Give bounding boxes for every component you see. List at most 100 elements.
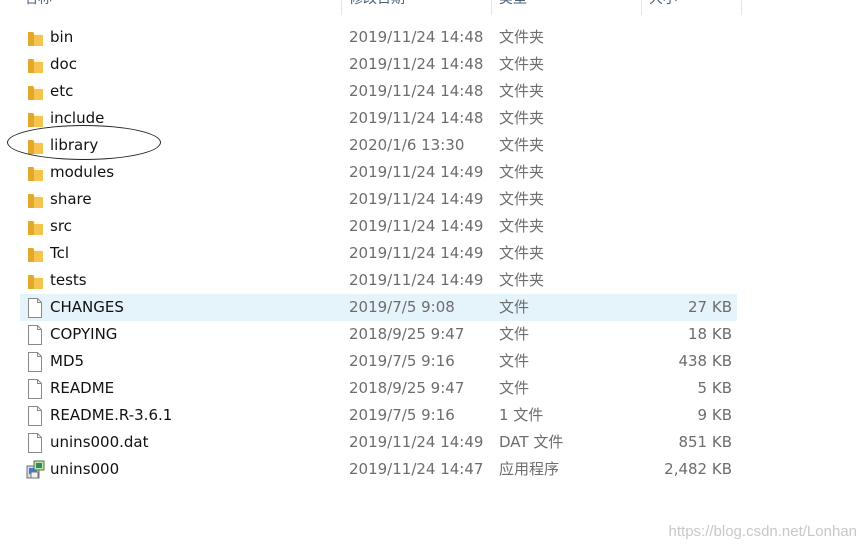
file-size: 18 KB [688, 325, 732, 343]
modified-date: 2019/7/5 9:08 [349, 298, 455, 316]
file-type: 文件 [499, 325, 530, 343]
modified-date: 2019/11/24 14:49 [349, 217, 484, 235]
file-type: DAT 文件 [499, 433, 564, 451]
file-name[interactable]: CHANGES [50, 297, 124, 317]
modified-date: 2019/11/24 14:49 [349, 433, 484, 451]
column-date-header[interactable]: 修改日期 [349, 0, 405, 11]
file-row[interactable]: CHANGES 2019/7/5 9:08 文件 27 KB [20, 294, 737, 321]
file-type: 应用程序 [499, 460, 560, 478]
modified-date: 2019/7/5 9:16 [349, 406, 455, 424]
folder-row[interactable]: Tcl 2019/11/24 14:49 文件夹 [20, 240, 737, 267]
modified-date: 2018/9/25 9:47 [349, 379, 465, 397]
modified-date: 2019/11/24 14:48 [349, 55, 484, 73]
column-type-header[interactable]: 类型 [499, 0, 527, 11]
file-name[interactable]: src [50, 216, 72, 236]
column-name-header[interactable]: 名称 [24, 0, 52, 11]
file-row[interactable]: unins000 2019/11/24 14:47 应用程序 2,482 KB [20, 456, 737, 483]
file-icon [26, 433, 44, 453]
file-row[interactable]: README 2018/9/25 9:47 文件 5 KB [20, 375, 737, 402]
folder-icon [26, 190, 44, 210]
folder-icon [26, 109, 44, 129]
modified-date: 2019/11/24 14:47 [349, 460, 484, 478]
file-type: 文件夹 [499, 136, 545, 154]
file-name[interactable]: unins000.dat [50, 432, 149, 452]
file-icon [26, 325, 44, 345]
modified-date: 2018/9/25 9:47 [349, 325, 465, 343]
watermark: https://blog.csdn.net/Lonhan [668, 523, 857, 540]
file-size: 2,482 KB [664, 460, 732, 478]
modified-date: 2019/11/24 14:49 [349, 271, 484, 289]
file-name[interactable]: include [50, 108, 104, 128]
file-type: 1 文件 [499, 406, 544, 424]
file-size: 5 KB [697, 379, 732, 397]
modified-date: 2019/11/24 14:48 [349, 109, 484, 127]
modified-date: 2019/7/5 9:16 [349, 352, 455, 370]
file-name[interactable]: bin [50, 27, 73, 47]
modified-date: 2019/11/24 14:49 [349, 163, 484, 181]
file-icon [26, 298, 44, 318]
modified-date: 2019/11/24 14:48 [349, 28, 484, 46]
file-name[interactable]: etc [50, 81, 73, 101]
folder-icon [26, 28, 44, 48]
file-name[interactable]: modules [50, 162, 114, 182]
modified-date: 2020/1/6 13:30 [349, 136, 465, 154]
file-icon [26, 379, 44, 399]
folder-icon [26, 136, 44, 156]
file-type: 文件 [499, 379, 530, 397]
column-divider[interactable] [641, 0, 642, 15]
file-type: 文件夹 [499, 271, 545, 289]
file-name[interactable]: unins000 [50, 459, 119, 479]
file-type: 文件夹 [499, 55, 545, 73]
file-name[interactable]: doc [50, 54, 77, 74]
file-name[interactable]: MD5 [50, 351, 84, 371]
file-type: 文件夹 [499, 28, 545, 46]
file-name[interactable]: README.R-3.6.1 [50, 405, 172, 425]
column-header: 名称 修改日期 类型 大小 [0, 0, 865, 15]
column-divider[interactable] [741, 0, 742, 15]
folder-row[interactable]: etc 2019/11/24 14:48 文件夹 [20, 78, 737, 105]
file-name[interactable]: tests [50, 270, 87, 290]
file-size: 9 KB [697, 406, 732, 424]
folder-row[interactable]: doc 2019/11/24 14:48 文件夹 [20, 51, 737, 78]
modified-date: 2019/11/24 14:49 [349, 190, 484, 208]
file-row[interactable]: README.R-3.6.1 2019/7/5 9:16 1 文件 9 KB [20, 402, 737, 429]
file-size: 438 KB [678, 352, 732, 370]
folder-row[interactable]: library 2020/1/6 13:30 文件夹 [20, 132, 737, 159]
folder-icon [26, 271, 44, 291]
file-row[interactable]: MD5 2019/7/5 9:16 文件 438 KB [20, 348, 737, 375]
file-icon [26, 406, 44, 426]
file-type: 文件夹 [499, 217, 545, 235]
file-name[interactable]: share [50, 189, 92, 209]
folder-row[interactable]: include 2019/11/24 14:48 文件夹 [20, 105, 737, 132]
file-type: 文件夹 [499, 244, 545, 262]
folder-icon [26, 55, 44, 75]
folder-row[interactable]: share 2019/11/24 14:49 文件夹 [20, 186, 737, 213]
folder-icon [26, 163, 44, 183]
file-type: 文件 [499, 352, 530, 370]
file-list: bin 2019/11/24 14:48 文件夹 doc 2019/11/24 14:4… [20, 24, 737, 483]
folder-row[interactable]: bin 2019/11/24 14:48 文件夹 [20, 24, 737, 51]
file-size: 27 KB [688, 298, 732, 316]
file-name[interactable]: COPYING [50, 324, 117, 344]
file-type: 文件夹 [499, 190, 545, 208]
modified-date: 2019/11/24 14:48 [349, 82, 484, 100]
file-size: 851 KB [678, 433, 732, 451]
column-divider[interactable] [491, 0, 492, 15]
folder-row[interactable]: src 2019/11/24 14:49 文件夹 [20, 213, 737, 240]
uninstaller-icon [26, 460, 45, 480]
column-divider[interactable] [341, 0, 342, 15]
file-icon [26, 352, 44, 372]
file-name[interactable]: Tcl [50, 243, 69, 263]
folder-icon [26, 82, 44, 102]
file-row[interactable]: unins000.dat 2019/11/24 14:49 DAT 文件 851 KB [20, 429, 737, 456]
folder-icon [26, 244, 44, 264]
column-size-header[interactable]: 大小 [649, 0, 677, 11]
file-name[interactable]: library [50, 135, 98, 155]
file-row[interactable]: COPYING 2018/9/25 9:47 文件 18 KB [20, 321, 737, 348]
file-type: 文件夹 [499, 109, 545, 127]
file-name[interactable]: README [50, 378, 114, 398]
folder-row[interactable]: modules 2019/11/24 14:49 文件夹 [20, 159, 737, 186]
file-type: 文件 [499, 298, 530, 316]
folder-icon [26, 217, 44, 237]
folder-row[interactable]: tests 2019/11/24 14:49 文件夹 [20, 267, 737, 294]
